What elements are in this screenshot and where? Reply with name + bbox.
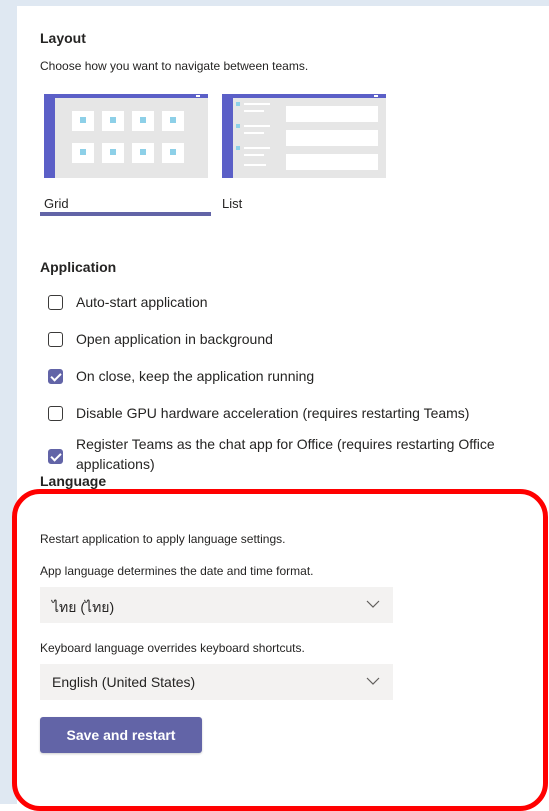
grid-selected-indicator [40,212,211,216]
layout-description: Choose how you want to navigate between … [40,59,309,73]
language-heading: Language [40,473,107,489]
keyboard-language-label: Keyboard language overrides keyboard sho… [40,641,305,655]
disable-gpu-checkbox[interactable] [48,406,63,421]
open-in-background-label: Open application in background [76,331,273,347]
option-open-in-background[interactable]: Open application in background [48,331,273,349]
option-disable-gpu[interactable]: Disable GPU hardware acceleration (requi… [48,405,469,423]
chevron-down-icon [366,600,380,608]
list-thumbnail [222,94,386,178]
chevron-down-icon [366,677,380,685]
auto-start-checkbox[interactable] [48,295,63,310]
app-language-label: App language determines the date and tim… [40,564,314,578]
grid-label: Grid [44,196,69,211]
grid-thumbnail [44,94,208,178]
auto-start-label: Auto-start application [76,294,208,310]
layout-heading: Layout [40,30,86,46]
keep-running-checkbox[interactable] [48,369,63,384]
app-language-value: ไทย (ไทย) [52,599,115,615]
open-in-background-checkbox[interactable] [48,332,63,347]
layout-option-grid[interactable]: Grid [40,88,211,216]
option-auto-start[interactable]: Auto-start application [48,294,208,312]
settings-pane: Layout Choose how you want to navigate b… [12,6,549,811]
list-label: List [222,196,243,211]
keyboard-language-value: English (United States) [52,674,196,690]
app-language-dropdown[interactable]: ไทย (ไทย) [40,587,393,623]
restart-note: Restart application to apply language se… [40,532,286,546]
disable-gpu-label: Disable GPU hardware acceleration (requi… [76,405,470,421]
option-keep-running[interactable]: On close, keep the application running [48,368,314,386]
keyboard-language-dropdown[interactable]: English (United States) [40,664,393,700]
application-heading: Application [40,259,117,275]
option-register-chat-app[interactable]: Register Teams as the chat app for Offic… [48,436,549,474]
layout-option-list[interactable]: List [218,88,389,216]
register-chat-app-label: Register Teams as the chat app for Offic… [76,436,495,472]
save-and-restart-button[interactable]: Save and restart [40,717,202,753]
register-chat-app-checkbox[interactable] [48,449,63,464]
left-background-strip [0,0,17,804]
keep-running-label: On close, keep the application running [76,368,315,384]
